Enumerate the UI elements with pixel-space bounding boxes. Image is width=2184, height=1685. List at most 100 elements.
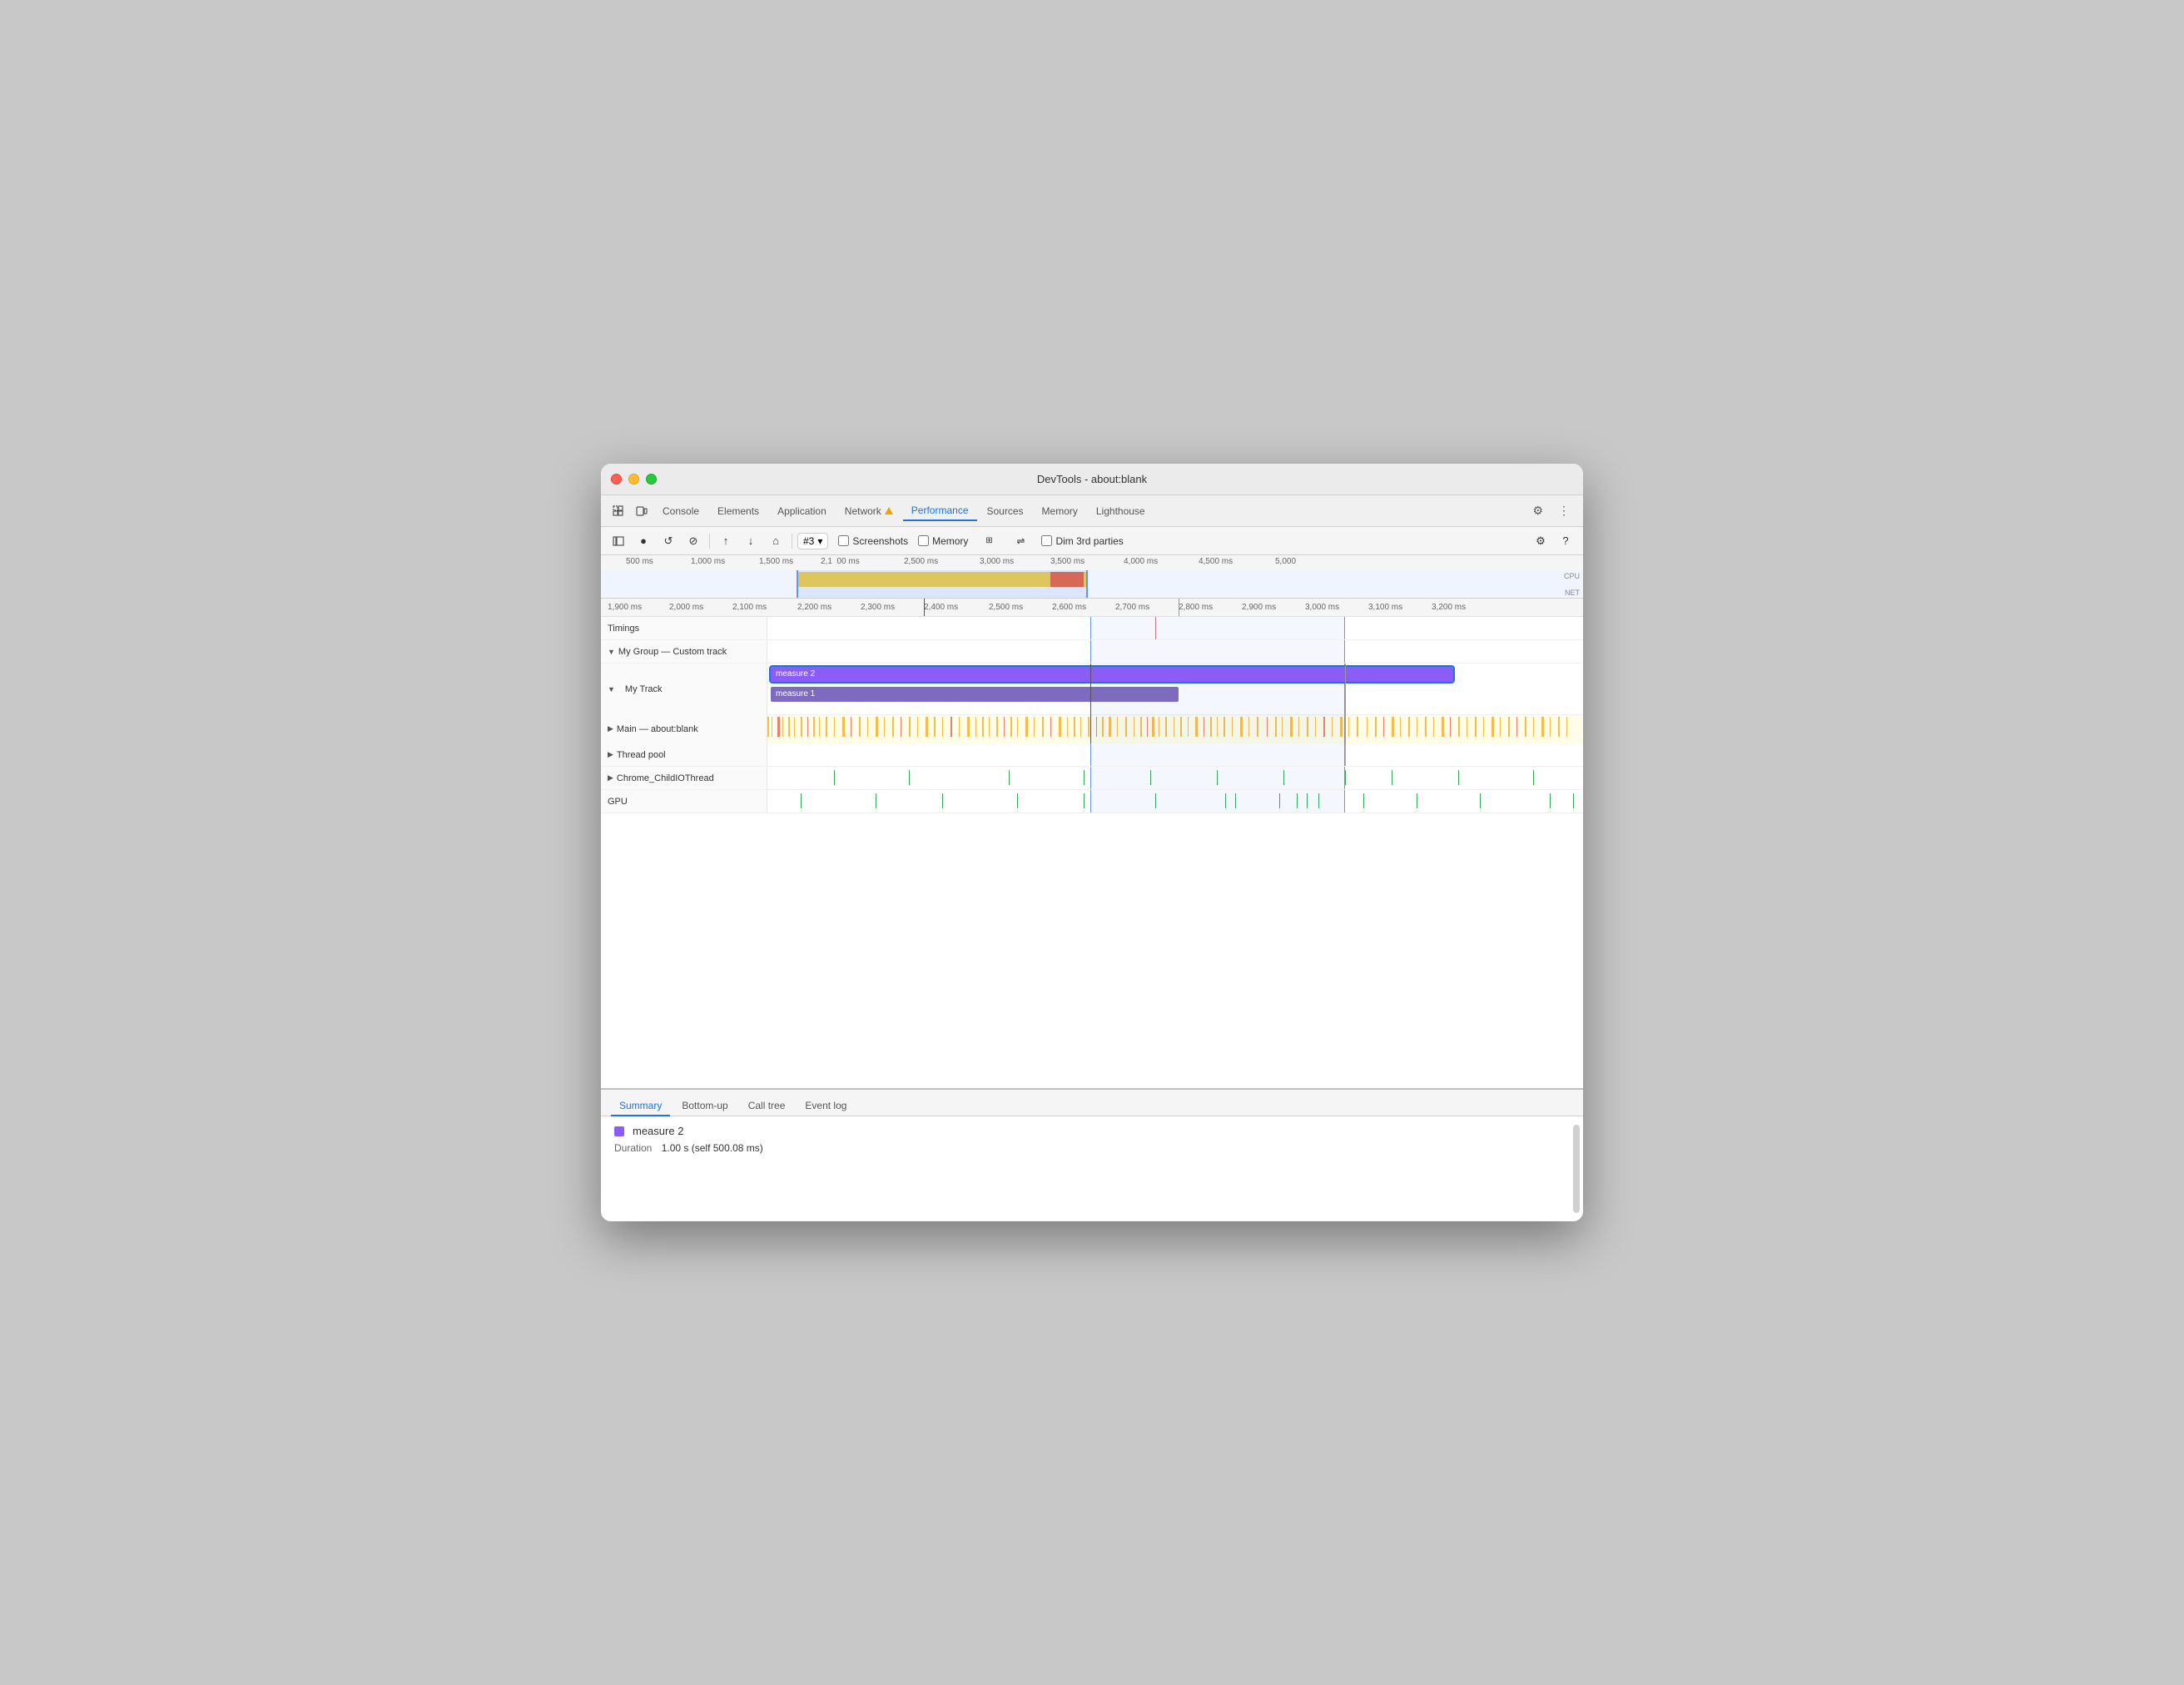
- memory-checkbox-label[interactable]: Memory: [918, 535, 968, 547]
- maximize-button[interactable]: [646, 474, 657, 485]
- home-icon[interactable]: ⌂: [765, 530, 787, 552]
- main-bar: [959, 717, 960, 737]
- tick-4000: 4,000 ms: [1124, 557, 1158, 566]
- window-title: DevTools - about:blank: [1037, 473, 1147, 485]
- dim3rd-checkbox[interactable]: [1041, 535, 1052, 546]
- childio-selection: [1090, 767, 1345, 789]
- threadpool-label[interactable]: ▶ Thread pool: [601, 743, 767, 766]
- gpu-label[interactable]: GPU: [601, 790, 767, 813]
- inspect-icon[interactable]: [608, 500, 629, 522]
- tab-elements[interactable]: Elements: [709, 502, 767, 520]
- main-bar: [1425, 717, 1427, 737]
- memory-detail-icon[interactable]: ⊞: [978, 530, 1000, 552]
- main-bar: [1492, 717, 1494, 737]
- main-bar: [1408, 717, 1410, 737]
- tab-console[interactable]: Console: [654, 502, 707, 520]
- minimize-button[interactable]: [628, 474, 639, 485]
- main-bar: [1516, 717, 1517, 737]
- tab-event-log[interactable]: Event log: [797, 1096, 855, 1116]
- refresh-icon[interactable]: ↺: [658, 530, 679, 552]
- flamegraph[interactable]: 1,900 ms 2,000 ms 2,100 ms 2,200 ms 2,30…: [601, 599, 1583, 1088]
- childio-mark: [1084, 770, 1085, 785]
- tab-lighthouse[interactable]: Lighthouse: [1088, 502, 1154, 520]
- record-icon[interactable]: ●: [633, 530, 654, 552]
- tab-memory[interactable]: Memory: [1034, 502, 1086, 520]
- bottom-content: measure 2 Duration 1.00 s (self 500.08 m…: [601, 1116, 1583, 1221]
- tab-call-tree[interactable]: Call tree: [740, 1096, 794, 1116]
- main-bar: [1566, 717, 1567, 737]
- main-bar: [996, 717, 998, 737]
- toolbar-checkboxes: Screenshots Memory ⊞ ⇌ Dim 3rd parties: [838, 530, 1123, 552]
- fg-tick-2500: 2,500 ms: [989, 603, 1023, 612]
- main-bar: [1400, 717, 1401, 737]
- device-icon[interactable]: [631, 500, 653, 522]
- timeline-overview[interactable]: 500 ms 1,000 ms 1,500 ms 2,1000 ms 2,500…: [601, 555, 1583, 599]
- bottom-scrollbar[interactable]: [1573, 1125, 1580, 1213]
- gpu-mark: [801, 793, 802, 808]
- timings-label[interactable]: Timings: [601, 617, 767, 639]
- childio-text: Chrome_ChildIOThread: [617, 773, 714, 783]
- upload-icon[interactable]: ↑: [715, 530, 737, 552]
- sidebar-toggle-icon[interactable]: [608, 530, 629, 552]
- more-options-icon[interactable]: ⋮: [1551, 500, 1576, 521]
- main-bar: [867, 717, 868, 737]
- summary-color-box: [614, 1126, 624, 1136]
- memory-checkbox[interactable]: [918, 535, 929, 546]
- main-bar: [892, 717, 894, 737]
- dim3rd-checkbox-label[interactable]: Dim 3rd parties: [1041, 535, 1123, 547]
- toolbar-gear-icon[interactable]: ⚙: [1530, 530, 1551, 552]
- childio-label[interactable]: ▶ Chrome_ChildIOThread: [601, 767, 767, 789]
- childio-mark: [1533, 770, 1534, 785]
- fg-tick-2200: 2,200 ms: [797, 603, 831, 612]
- fg-tick-2400: 2,400 ms: [924, 603, 958, 612]
- clear-icon[interactable]: ⊘: [682, 530, 704, 552]
- tab-performance[interactable]: Performance: [903, 501, 977, 521]
- main-bar: [777, 717, 780, 737]
- tab-bottom-up[interactable]: Bottom-up: [673, 1096, 736, 1116]
- toolbar-help-icon[interactable]: ?: [1555, 530, 1576, 552]
- track-threadpool: ▶ Thread pool: [601, 743, 1583, 767]
- gpu-mark: [1017, 793, 1018, 808]
- record-selector[interactable]: #3 ▾: [797, 533, 828, 549]
- settings-icon[interactable]: ⚙: [1526, 500, 1550, 521]
- main-selection: [1090, 715, 1345, 743]
- mygroup-label[interactable]: ▼ My Group — Custom track: [601, 640, 767, 663]
- main-bar: [807, 717, 808, 737]
- toolbar: ● ↺ ⊘ ↑ ↓ ⌂ #3 ▾ Screenshots Memory ⊞ ⇌ …: [601, 527, 1583, 555]
- main-bar: [788, 717, 790, 737]
- dim3rd-label: Dim 3rd parties: [1055, 535, 1123, 547]
- tab-sources[interactable]: Sources: [979, 502, 1032, 520]
- traffic-lights: [611, 474, 657, 485]
- tab-application[interactable]: Application: [769, 502, 835, 520]
- main-bar: [1392, 717, 1394, 737]
- main-bar: [876, 717, 878, 737]
- duration-label: Duration: [614, 1142, 652, 1154]
- main-bar: [1541, 717, 1544, 737]
- filter-icon[interactable]: ⇌: [1010, 530, 1031, 552]
- tab-network[interactable]: Network: [836, 502, 901, 520]
- tick-2500: 2,500 ms: [904, 557, 938, 566]
- timeline-bars: CPU NET: [601, 570, 1583, 599]
- measure2-bar[interactable]: measure 2: [771, 667, 1453, 682]
- download-icon[interactable]: ↓: [740, 530, 762, 552]
- main-bar: [1088, 717, 1090, 737]
- main-bar: [934, 717, 936, 737]
- screenshots-checkbox[interactable]: [838, 535, 849, 546]
- tab-summary[interactable]: Summary: [611, 1096, 670, 1116]
- measure1-label: measure 1: [776, 689, 815, 698]
- main-bar: [989, 717, 990, 737]
- mytrack-label[interactable]: ▼ My Track: [601, 664, 767, 715]
- bottom-tabs: Summary Bottom-up Call tree Event log: [601, 1090, 1583, 1116]
- screenshots-checkbox-label[interactable]: Screenshots: [838, 535, 908, 547]
- fg-tick-3000: 3,000 ms: [1305, 603, 1339, 612]
- childio-mark: [909, 770, 910, 785]
- fg-tick-1900: 1,900 ms: [608, 603, 642, 612]
- main-bar: [801, 717, 802, 737]
- fg-tick-2600: 2,600 ms: [1052, 603, 1086, 612]
- measure1-bar[interactable]: measure 1: [771, 687, 1179, 702]
- close-button[interactable]: [611, 474, 622, 485]
- threadpool-triangle: ▶: [608, 750, 613, 759]
- main-label[interactable]: ▶ Main — about:blank: [601, 715, 767, 743]
- childio-content: [767, 767, 1583, 789]
- net-label: NET: [1565, 589, 1580, 597]
